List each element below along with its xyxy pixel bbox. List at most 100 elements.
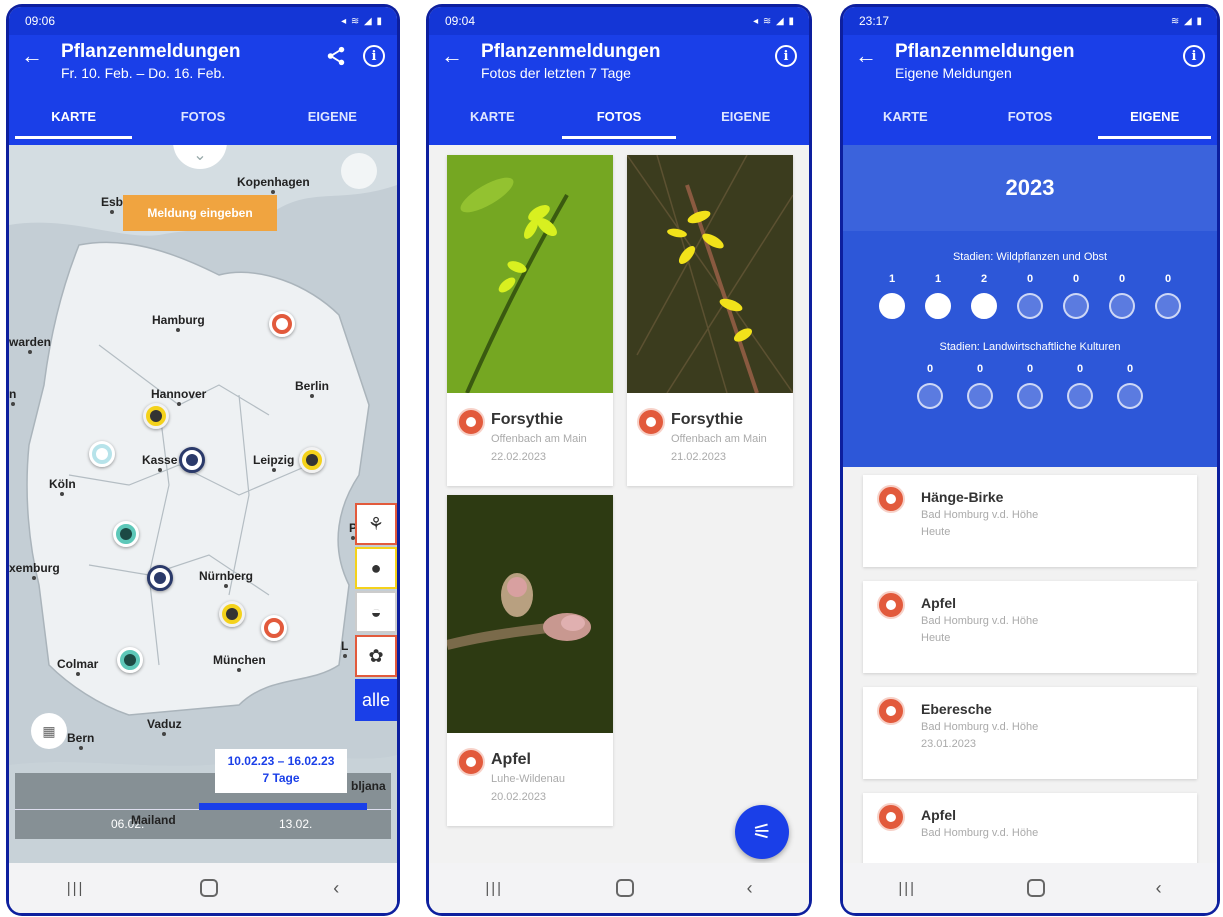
stage-counter[interactable]: 0 <box>1014 273 1046 319</box>
app-bar: ← Pflanzenmeldungen Fr. 10. Feb. – Do. 1… <box>9 35 397 97</box>
plant-date: 23.01.2023 <box>921 738 977 750</box>
stage-counter[interactable]: 0 <box>964 363 996 409</box>
map-view[interactable]: ⌄ Meldung eingeben Esb Kopenhagen Hambur… <box>9 145 397 863</box>
nav-home-button[interactable] <box>615 879 634 897</box>
sprout-icon <box>879 293 905 319</box>
layer-icon[interactable]: ▦ <box>31 713 67 749</box>
stage-count: 0 <box>1026 273 1034 285</box>
plant-photo <box>447 155 613 394</box>
compass-button[interactable] <box>341 153 377 189</box>
nav-back-button[interactable]: ‹ <box>333 878 339 899</box>
tab-bar: KARTE FOTOS EIGENE <box>429 97 809 145</box>
filter-leaf-icon[interactable]: ● <box>355 547 397 589</box>
agri-stage-row: 0 0 0 0 0 <box>843 353 1217 409</box>
own-report-list: Hänge-Birke Bad Homburg v.d. Höhe Heute … <box>863 475 1197 899</box>
stage-count: 2 <box>980 273 988 285</box>
nav-recent-button[interactable]: ||| <box>485 880 503 897</box>
sprout-stage-icon <box>457 748 485 776</box>
report-marker[interactable] <box>143 403 169 429</box>
stage-counter[interactable]: 0 <box>1014 363 1046 409</box>
timeline-selection[interactable] <box>199 803 367 810</box>
tab-bar: KARTE FOTOS EIGENE <box>843 97 1217 145</box>
nav-recent-button[interactable]: ||| <box>67 880 85 897</box>
filter-sliders-icon[interactable]: ⚟ <box>735 805 789 859</box>
tab-eigene[interactable]: EIGENE <box>268 97 397 145</box>
nav-back-button[interactable]: ‹ <box>1156 878 1162 899</box>
nav-recent-button[interactable]: ||| <box>898 880 916 897</box>
filter-fruit-icon[interactable]: ◒ <box>355 591 397 633</box>
back-arrow-icon[interactable]: ← <box>21 41 61 71</box>
stage-counter[interactable]: 0 <box>1106 273 1138 319</box>
stage-counter[interactable]: 0 <box>914 363 946 409</box>
back-arrow-icon[interactable]: ← <box>855 41 895 71</box>
nav-home-button[interactable] <box>199 879 218 897</box>
city-label: n <box>9 387 16 406</box>
stage-counter[interactable]: 0 <box>1114 363 1146 409</box>
stage-counter[interactable]: 0 <box>1152 273 1184 319</box>
tab-fotos[interactable]: FOTOS <box>556 97 683 145</box>
phone-own-reports-screen: 23:17 ≋ ◢ ▮ ← Pflanzenmeldungen Eigene M… <box>840 4 1220 916</box>
report-marker[interactable] <box>89 441 115 467</box>
report-marker[interactable] <box>179 447 205 473</box>
stage-counter[interactable]: 1 <box>876 273 908 319</box>
tab-fotos[interactable]: FOTOS <box>138 97 267 145</box>
timeline-ticks <box>15 809 391 819</box>
stage-count: 0 <box>1026 363 1034 375</box>
year-label[interactable]: 2023 <box>843 145 1217 231</box>
list-item[interactable]: Hänge-Birke Bad Homburg v.d. Höhe Heute <box>863 475 1197 567</box>
photo-card[interactable]: Forsythie Offenbach am Main 21.02.2023 <box>626 154 794 486</box>
status-icons: ◂ ≋ ◢ ▮ <box>753 15 795 27</box>
plant-photo <box>626 154 794 394</box>
fruit-icon <box>1017 293 1043 319</box>
stage-counter[interactable]: 2 <box>968 273 1000 319</box>
info-icon[interactable]: i <box>363 45 385 67</box>
list-item[interactable]: Apfel Bad Homburg v.d. Höhe Heute <box>863 581 1197 673</box>
app-bar: ← Pflanzenmeldungen Eigene Meldungen i <box>843 35 1217 97</box>
flower-icon <box>971 293 997 319</box>
photo-card[interactable]: Forsythie Offenbach am Main 22.02.2023 <box>447 155 613 486</box>
back-arrow-icon[interactable]: ← <box>441 41 481 71</box>
report-marker[interactable] <box>269 311 295 337</box>
tab-eigene[interactable]: EIGENE <box>682 97 809 145</box>
tab-karte[interactable]: KARTE <box>9 97 138 145</box>
stage-filter-panel: ⚘ ● ◒ ✿ alle <box>355 503 397 721</box>
info-icon[interactable]: i <box>1183 45 1205 67</box>
filter-flower-icon[interactable]: ✿ <box>355 635 397 677</box>
stage-count: 0 <box>926 363 934 375</box>
tab-fotos[interactable]: FOTOS <box>968 97 1093 145</box>
report-marker[interactable] <box>147 565 173 591</box>
page-subtitle: Fotos der letzten 7 Tage <box>481 65 631 81</box>
system-nav-bar: ||| ‹ <box>9 863 397 913</box>
report-button[interactable]: Meldung eingeben <box>123 195 277 231</box>
stage-counter[interactable]: 0 <box>1060 273 1092 319</box>
filter-sprout-icon[interactable]: ⚘ <box>355 503 397 545</box>
stage-counter[interactable]: 1 <box>922 273 954 319</box>
city-label: Mailand <box>131 813 176 827</box>
plant-name: Eberesche <box>921 701 992 717</box>
photo-card[interactable]: Apfel Luhe-Wildenau 20.02.2023 <box>445 495 613 826</box>
filter-all-button[interactable]: alle <box>355 679 397 721</box>
tab-karte[interactable]: KARTE <box>429 97 556 145</box>
report-marker[interactable] <box>113 521 139 547</box>
nav-back-button[interactable]: ‹ <box>747 878 753 899</box>
city-label: Berlin <box>295 379 329 398</box>
tab-karte[interactable]: KARTE <box>843 97 968 145</box>
info-icon[interactable]: i <box>775 45 797 67</box>
list-item[interactable]: Eberesche Bad Homburg v.d. Höhe 23.01.20… <box>863 687 1197 779</box>
report-marker[interactable] <box>117 647 143 673</box>
city-label: Bern <box>67 731 94 750</box>
nav-home-button[interactable] <box>1026 879 1045 897</box>
share-icon[interactable] <box>325 45 347 67</box>
tab-eigene[interactable]: EIGENE <box>1092 97 1217 145</box>
screen: 09:04 ◂ ≋ ◢ ▮ ← Pflanzenmeldungen Fotos … <box>429 7 809 913</box>
report-marker[interactable] <box>261 615 287 641</box>
app-bar: ← Pflanzenmeldungen Fotos der letzten 7 … <box>429 35 809 97</box>
status-icons: ≋ ◢ ▮ <box>1170 15 1203 27</box>
stage-counter[interactable]: 0 <box>1064 363 1096 409</box>
report-marker[interactable] <box>299 447 325 473</box>
plant-location: Offenbach am Main <box>671 433 767 445</box>
report-marker[interactable] <box>219 601 245 627</box>
bloom-icon <box>1017 383 1043 409</box>
photo-grid: Forsythie Offenbach am Main 22.02.2023 F… <box>429 145 809 863</box>
leaf-icon <box>925 293 951 319</box>
